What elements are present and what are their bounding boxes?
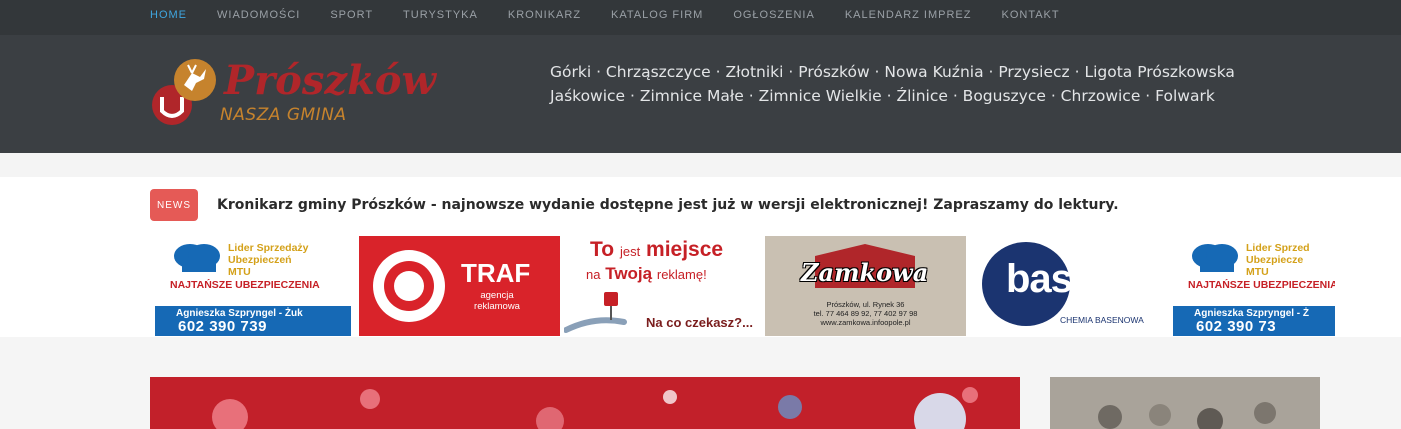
zamkowa-addr-2: tel. 77 464 89 92, 77 402 97 98 [813,309,918,318]
bassau-word: bassau [1006,257,1139,301]
coat-of-arms-icon [152,59,216,125]
site-header: Prószków NASZA GMINA Górki · Chrząszczyc… [0,35,1401,153]
side-article-image[interactable] [1050,377,1320,429]
nav-item-wiadomosci[interactable]: WIADOMOŚCI [217,9,300,21]
mtu-phone: 602 390 739 [178,318,267,335]
audience-photo-icon [1050,377,1320,429]
banner-carousel: Lider Sprzedaży Ubezpieczeń MTU NAJTAŃSZ… [150,236,1335,336]
reklama-to: To [590,238,615,261]
mtu-repeat-line-3: MTU [1246,266,1269,278]
news-headline[interactable]: Kronikarz gminy Prószków - najnowsze wyd… [217,197,1119,213]
news-badge[interactable]: NEWS [150,189,198,221]
nav-item-kronikarz[interactable]: KRONIKARZ [508,9,581,21]
mtu-logo-icon [174,244,220,272]
mtu-repeat-headline: Lider Sprzed Ubezpiecze MTU [1246,242,1310,278]
target-icon [373,250,445,322]
banner-mtu-repeat[interactable]: Lider Sprzed Ubezpiecze MTU NAJTAŃSZE UB… [1168,236,1335,336]
reklama-reklame: reklamę! [656,267,707,282]
reklama-line-2: na Twoją reklamę! [586,264,707,284]
nav-item-home[interactable]: HOME [150,9,187,21]
mtu-line-2: Ubezpieczeń [228,254,292,266]
traf-sub-1: agencja [480,290,514,301]
logo-title: Prószków [224,57,436,104]
zamkowa-address: Prószków, ul. Rynek 36 tel. 77 464 89 92… [765,300,966,327]
nav-item-kontakt[interactable]: KONTAKT [1001,9,1059,21]
zamkowa-title: Zamkowa [801,258,929,287]
mtu-repeat-line-2: Ubezpiecze [1246,254,1304,266]
reklama-na: na [586,267,601,282]
header-spacer [0,153,1401,177]
villages-list: Górki · Chrząszczyce · Złotniki · Prószk… [550,60,1250,108]
mtu-line-1: Lider Sprzedaży [228,242,309,254]
pushpin-icon [564,292,627,333]
nav-item-sport[interactable]: SPORT [330,9,373,21]
banner-traf[interactable]: TRAF agencja reklamowa [359,236,560,336]
banner-zamkowa[interactable]: Zamkowa Prószków, ul. Rynek 36 tel. 77 4… [765,236,966,336]
nav-item-katalog-firm[interactable]: KATALOG FIRM [611,9,703,21]
reklama-twoja: Twoją [605,264,653,283]
reklama-miejsce: miejsce [646,238,724,261]
mtu-line-3: MTU [228,266,251,278]
traf-sub-2: reklamowa [474,301,520,312]
nav-item-kalendarz-imprez[interactable]: KALENDARZ IMPREZ [845,9,972,21]
reklama-cta: Na co czekasz?... [646,315,753,330]
banner-bassau[interactable]: bassau CHEMIA BASENOWA [968,236,1169,336]
zamkowa-addr-3: www.zamkowa.infoopole.pl [820,318,911,327]
traf-subtitle: agencja reklamowa [465,290,529,312]
banner-reklama[interactable]: To jest miejsce na Twoją reklamę! Na co … [562,236,763,336]
mtu-repeat-tagline: NAJTAŃSZE UBEZPIECZENIA [1188,279,1335,291]
reklama-jest: jest [619,244,641,259]
nav-item-ogloszenia[interactable]: OGŁOSZENIA [733,9,815,21]
mtu-logo-icon [1192,244,1238,272]
site-logo[interactable]: Prószków NASZA GMINA [148,55,436,135]
nav-menu: HOME WIADOMOŚCI SPORT TURYSTYKA KRONIKAR… [150,0,1090,29]
bassau-subtitle: CHEMIA BASENOWA [1060,315,1144,325]
traf-word: TRAF [461,258,531,288]
mtu-tagline: NAJTAŃSZE UBEZPIECZENIA [170,279,320,291]
mtu-headline: Lider Sprzedaży Ubezpieczeń MTU [228,242,309,278]
featured-article-image[interactable] [150,377,1020,429]
zamkowa-addr-1: Prószków, ul. Rynek 36 [826,300,905,309]
villages-line-1: Górki · Chrząszczyce · Złotniki · Prószk… [550,63,1235,81]
reklama-line-1: To jest miejsce [590,238,723,262]
nav-item-turystyka[interactable]: TURYSTYKA [403,9,478,21]
villages-line-2: Jaśkowice · Zimnice Małe · Zimnice Wielk… [550,87,1215,105]
mtu-repeat-phone: 602 390 73 [1196,318,1277,335]
top-navigation: HOME WIADOMOŚCI SPORT TURYSTYKA KRONIKAR… [0,0,1401,35]
virus-image-icon [150,377,1020,429]
logo-subtitle: NASZA GMINA [220,105,347,125]
mtu-repeat-line-1: Lider Sprzed [1246,242,1310,254]
banner-mtu[interactable]: Lider Sprzedaży Ubezpieczeń MTU NAJTAŃSZ… [150,236,351,336]
